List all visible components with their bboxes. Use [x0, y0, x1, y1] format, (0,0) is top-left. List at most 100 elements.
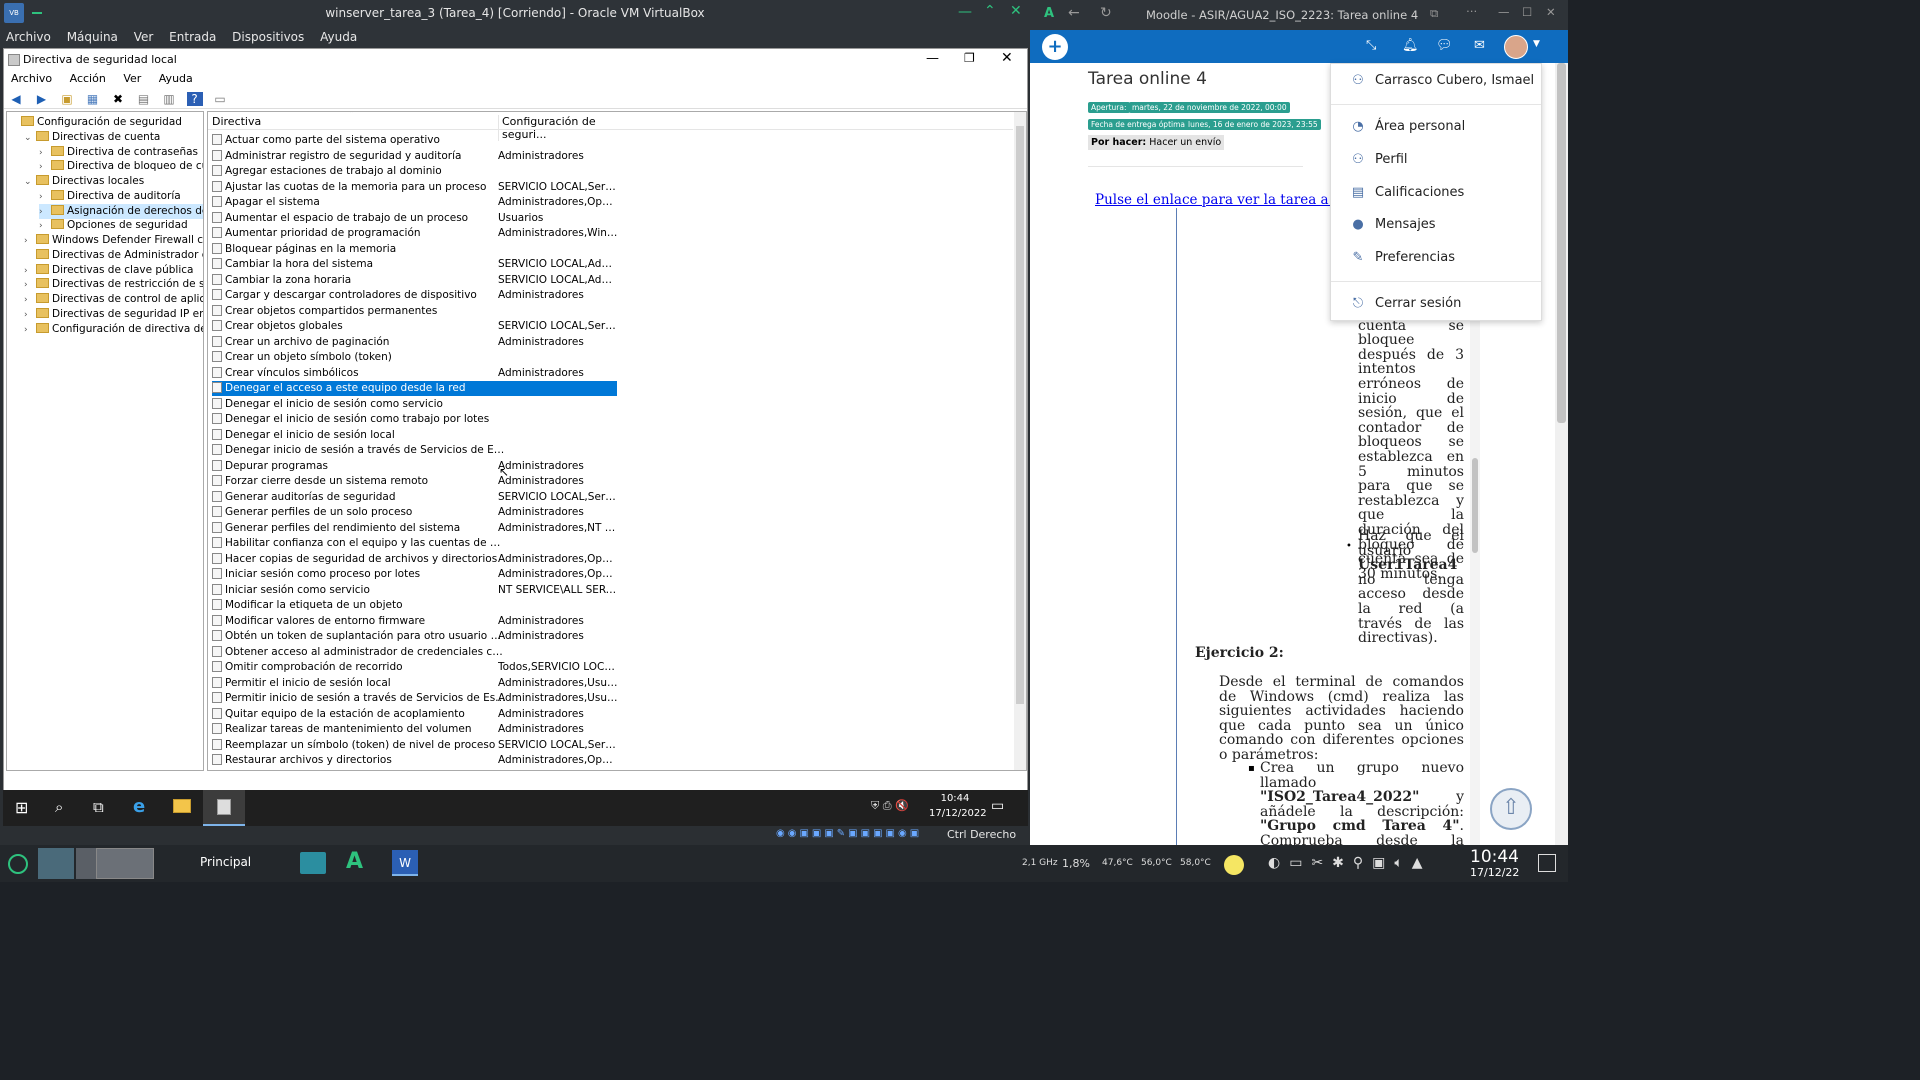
column-header-directiva[interactable]: Directiva [212, 115, 261, 128]
tray-icons[interactable]: ⛨ ⎙ 🔇 [871, 799, 909, 813]
tree-node[interactable]: ⌄ Directivas de cuenta [24, 130, 160, 145]
bell-icon[interactable]: 🔔︎ [1402, 38, 1419, 53]
table-row[interactable]: Habilitar confianza con el equipo y las … [212, 536, 617, 551]
table-row[interactable]: Obtén un token de suplantación para otro… [212, 629, 617, 644]
virtualbox-task-icon[interactable]: W [392, 850, 418, 876]
restore-icon[interactable]: ❐ [964, 51, 975, 65]
weather-icon[interactable] [1224, 855, 1244, 875]
tree-node[interactable]: › Asignación de derechos de usuario [39, 203, 203, 220]
file-manager-icon[interactable] [300, 852, 326, 874]
chat-icon[interactable]: 💬︎ [1436, 38, 1453, 53]
table-row[interactable]: Realizar tareas de mantenimiento del vol… [212, 722, 617, 737]
chevron-right-icon[interactable]: › [24, 308, 36, 323]
chevron-right-icon[interactable]: › [39, 146, 51, 161]
chevron-right-icon[interactable]: › [39, 205, 51, 220]
table-row[interactable]: Forzar cierre desde un sistema remoto Adm… [212, 474, 617, 489]
table-row[interactable]: Denegar el inicio de sesión como trabajo… [212, 412, 617, 427]
add-block-icon[interactable]: + [1042, 34, 1068, 60]
table-row[interactable]: Permitir inicio de sesión a través de Se… [212, 691, 618, 706]
up-folder-icon[interactable]: ▣ [59, 92, 75, 106]
table-row[interactable]: Iniciar sesión como servicio NT SERVICE\A… [212, 583, 618, 598]
table-row[interactable]: Restaurar archivos y directorios Administ… [212, 753, 618, 768]
table-row[interactable]: Aumentar prioridad de programación Admini… [212, 226, 618, 241]
menu-maquina[interactable]: Máquina [61, 26, 124, 44]
forward-arrow-icon[interactable]: ▶ [34, 92, 50, 106]
chevron-right-icon[interactable]: › [24, 293, 36, 308]
close-icon[interactable]: ✕ [1010, 3, 1022, 19]
menu-perfil[interactable]: ⚇ Perfil [1351, 152, 1407, 167]
menu-ayuda[interactable]: Ayuda [152, 71, 200, 85]
view-icon[interactable]: ▭ [212, 92, 228, 106]
tree-node[interactable]: › Directivas de seguridad IP en Equipo lo… [24, 307, 203, 323]
table-row[interactable]: Crear un archivo de paginación Administra… [212, 335, 617, 350]
close-icon[interactable]: ✕ [1001, 50, 1013, 66]
table-row[interactable]: Denegar el inicio de sesión local [212, 428, 617, 443]
menu-ver[interactable]: Ver [128, 26, 160, 44]
chevron-right-icon[interactable]: › [39, 219, 51, 234]
table-row[interactable]: Modificar la etiqueta de un objeto [212, 598, 617, 613]
table-row[interactable]: Denegar el acceso a este equipo desde la… [212, 381, 617, 396]
table-row[interactable]: Reemplazar un símbolo (token) de nivel d… [212, 738, 618, 753]
frame-scrollbar-thumb[interactable] [1472, 458, 1478, 553]
tree-node[interactable]: Configuración de seguridad [9, 115, 182, 130]
file-explorer-icon[interactable] [173, 799, 191, 813]
chevron-right-icon[interactable]: › [24, 278, 36, 293]
back-to-top-button[interactable]: ⇧ [1490, 788, 1532, 830]
menu-archivo[interactable]: Archivo [0, 26, 57, 44]
chevron-right-icon[interactable]: › [39, 160, 51, 175]
tree-node[interactable]: Directivas de Administrador de listas de [24, 248, 203, 263]
user-name-item[interactable]: ⚇ Carrasco Cubero, Ismael [1351, 73, 1534, 88]
menu-calificaciones[interactable]: ▤ Calificaciones [1351, 185, 1464, 200]
tree-node[interactable]: › Directivas de restricción de software [24, 277, 203, 293]
table-row[interactable]: Denegar inicio de sesión a través de Ser… [212, 443, 617, 458]
menu-entrada[interactable]: Entrada [163, 26, 222, 44]
minimize-icon[interactable]: — [926, 51, 939, 66]
chevron-right-icon[interactable]: › [24, 323, 36, 338]
tree-node[interactable]: ⌄ Directivas locales [24, 174, 144, 189]
export-list-icon[interactable]: ▥ [161, 92, 177, 106]
menu-preferencias[interactable]: ✎ Preferencias [1351, 250, 1456, 265]
maximize-icon[interactable]: ☐ [1522, 5, 1532, 19]
workspace-3[interactable] [96, 848, 154, 879]
table-row[interactable]: Hacer copias de seguridad de archivos y … [212, 552, 618, 567]
table-row[interactable]: Quitar equipo de la estación de acoplami… [212, 707, 617, 722]
menu-accion[interactable]: Acción [63, 71, 113, 85]
menu-dispositivos[interactable]: Dispositivos [226, 26, 310, 44]
chevron-down-icon[interactable]: ⌄ [24, 131, 36, 146]
chevron-right-icon[interactable]: › [24, 234, 36, 249]
table-row[interactable]: Omitir comprobación de recorrido Todos,SE… [212, 660, 618, 675]
chevron-down-icon[interactable]: ▼ [1533, 39, 1540, 49]
task-view-icon[interactable]: ⧉ [93, 798, 104, 816]
table-row[interactable]: Denegar el inicio de sesión como servici… [212, 397, 617, 412]
table-row[interactable]: Apagar el sistema Administradores,Operad.… [212, 195, 618, 210]
table-row[interactable]: Agregar estaciones de trabajo al dominio [212, 164, 617, 179]
table-row[interactable]: Crear objetos globales SERVICIO LOCAL,Ser… [212, 319, 618, 334]
tree-node[interactable]: › Opciones de seguridad [39, 218, 188, 233]
virtualbox-titlebar[interactable]: VB winserver_tarea_3 (Tarea_4) [Corriend… [0, 0, 1030, 26]
back-arrow-icon[interactable]: ◀ [8, 92, 24, 106]
properties-icon[interactable]: ▤ [136, 92, 152, 106]
more-options-icon[interactable]: ⋯ [1466, 4, 1478, 18]
menu-archivo[interactable]: Archivo [4, 71, 59, 85]
table-row[interactable]: Cargar y descargar controladores de disp… [212, 288, 617, 303]
tree-node[interactable]: › Directiva de auditoría [39, 189, 181, 204]
table-row[interactable]: Generar perfiles del rendimiento del sis… [212, 521, 618, 536]
show-hide-tree-icon[interactable]: ▦ [85, 92, 101, 106]
table-row[interactable]: Aumentar el espacio de trabajo de un pro… [212, 211, 617, 226]
table-row[interactable]: Crear vínculos simbólicos Administradores [212, 366, 617, 381]
table-row[interactable]: Crear objetos compartidos permanentes [212, 304, 617, 319]
menu-mensajes[interactable]: ● Mensajes [1351, 217, 1435, 232]
reload-icon[interactable]: ↻ [1100, 5, 1112, 21]
browser-titlebar[interactable]: A ← ↻ Moodle - ASIR/AGUA2_ISO_2223: Tare… [1030, 0, 1568, 30]
table-row[interactable]: Iniciar sesión como proceso por lotes Adm… [212, 567, 618, 582]
show-desktop-icon[interactable] [1538, 854, 1556, 872]
windows-start-icon[interactable]: ⊞ [15, 798, 28, 817]
secpol-titlebar[interactable]: Directiva de seguridad local — ❐ ✕ [4, 49, 1027, 71]
table-row[interactable]: Obtener acceso al administrador de crede… [212, 645, 617, 660]
maximize-icon[interactable]: ⌃ [984, 3, 996, 19]
menu-ayuda[interactable]: Ayuda [314, 26, 363, 44]
table-row[interactable]: Administrar registro de seguridad y audi… [212, 149, 617, 164]
notifications-icon[interactable]: ▭ [991, 798, 1004, 814]
chevron-down-icon[interactable]: ⌄ [24, 175, 36, 190]
back-icon[interactable]: ← [1068, 5, 1080, 21]
